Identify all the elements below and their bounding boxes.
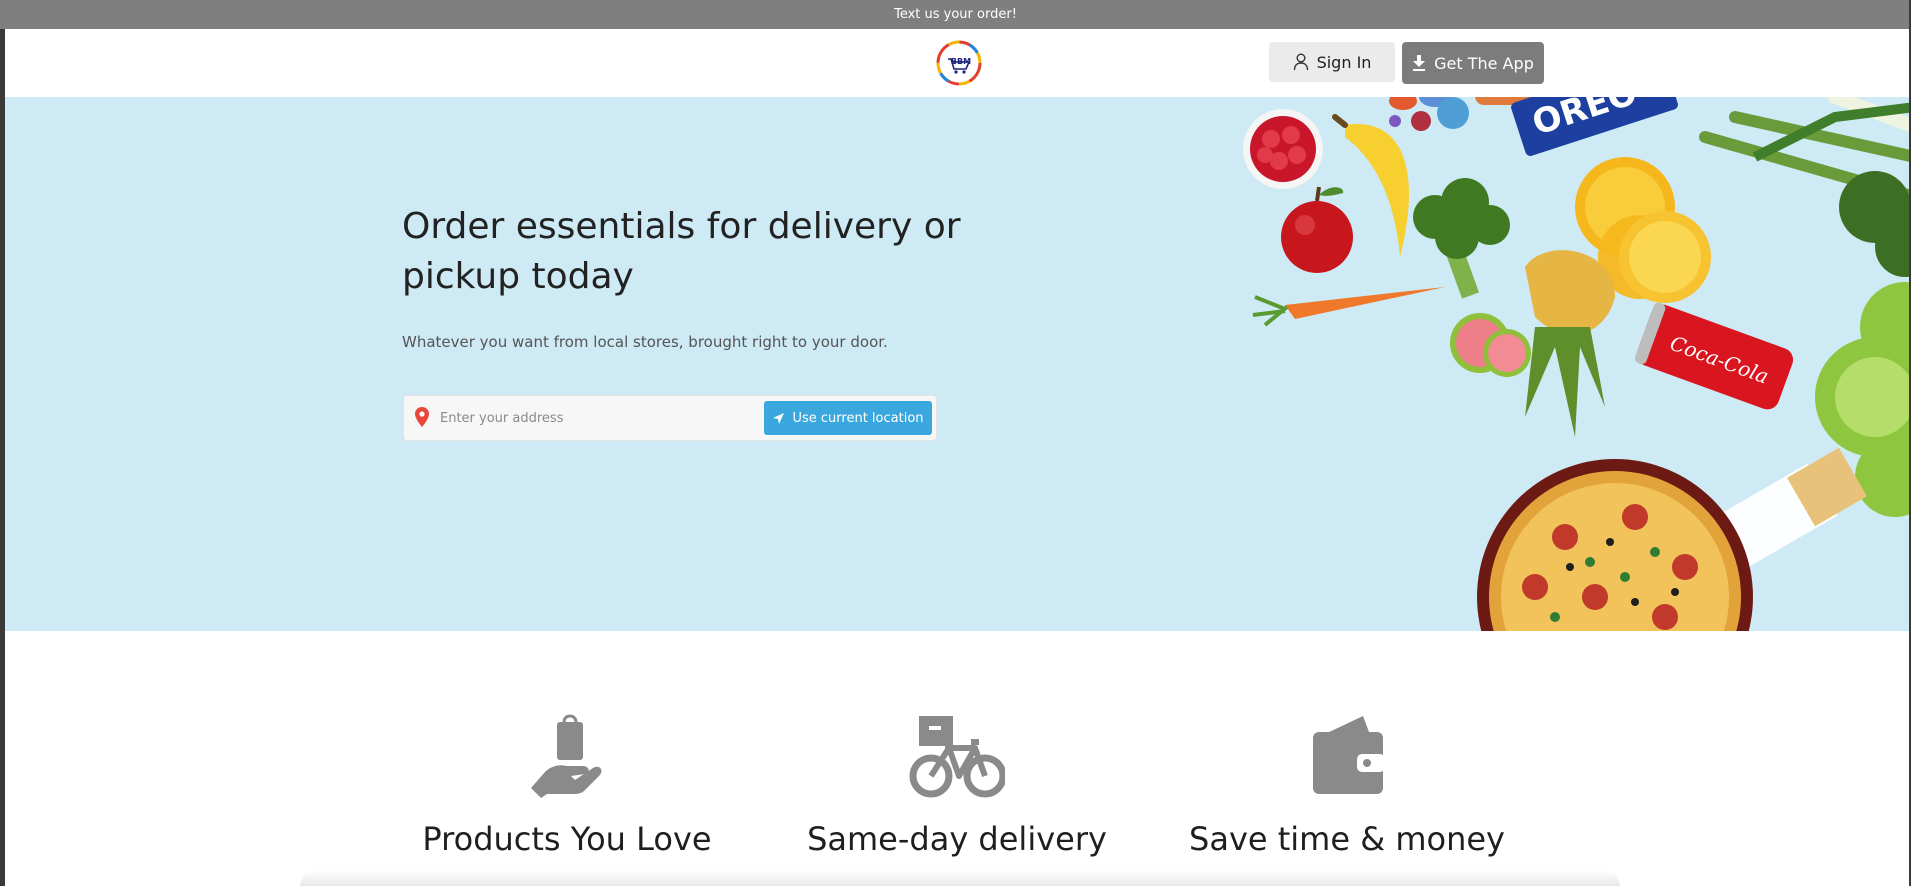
sign-in-label: Sign In: [1316, 52, 1372, 72]
hero-section: Order essentials for delivery or pickup …: [5, 97, 1909, 631]
get-the-app-label: Get The App: [1434, 53, 1534, 73]
navigation-arrow-icon: [773, 412, 785, 424]
feature-title: Save time & money: [1189, 820, 1505, 858]
feature-title: Same-day delivery: [807, 820, 1107, 858]
feature-same-day-delivery: Same-day delivery: [777, 712, 1137, 858]
get-the-app-button[interactable]: Get The App: [1402, 42, 1544, 84]
announcement-text[interactable]: Text us your order!: [894, 7, 1017, 22]
bottom-fade: [300, 870, 1620, 886]
feature-title: Products You Love: [422, 820, 712, 858]
user-icon: [1293, 53, 1308, 71]
hero-subtitle: Whatever you want from local stores, bro…: [402, 333, 888, 351]
sign-in-button[interactable]: Sign In: [1269, 42, 1395, 82]
feature-products-you-love: Products You Love: [387, 712, 747, 858]
download-icon: [1413, 55, 1426, 71]
bbm-logo[interactable]: BBM: [935, 39, 983, 87]
address-search-box: Use current location: [403, 395, 937, 441]
use-current-location-label: Use current location: [792, 410, 924, 426]
use-current-location-button[interactable]: Use current location: [764, 401, 932, 435]
hero-title: Order essentials for delivery or pickup …: [402, 206, 961, 297]
feature-save-time-money: Save time & money: [1167, 712, 1527, 858]
location-pin-icon: [415, 407, 429, 427]
announcement-bar[interactable]: Text us your order!: [0, 0, 1911, 29]
delivery-bike-icon: [909, 716, 1005, 798]
address-input[interactable]: [438, 404, 762, 432]
bbm-logo-icon: BBM: [936, 40, 982, 86]
groceries-hero-image: OREO Coca-Cola: [1243, 97, 1909, 631]
hand-bag-icon: [531, 714, 602, 798]
logo-text: BBM: [951, 57, 971, 66]
site-header: BBM Sign In Get The App: [5, 29, 1909, 97]
wallet-icon: [1313, 716, 1385, 794]
